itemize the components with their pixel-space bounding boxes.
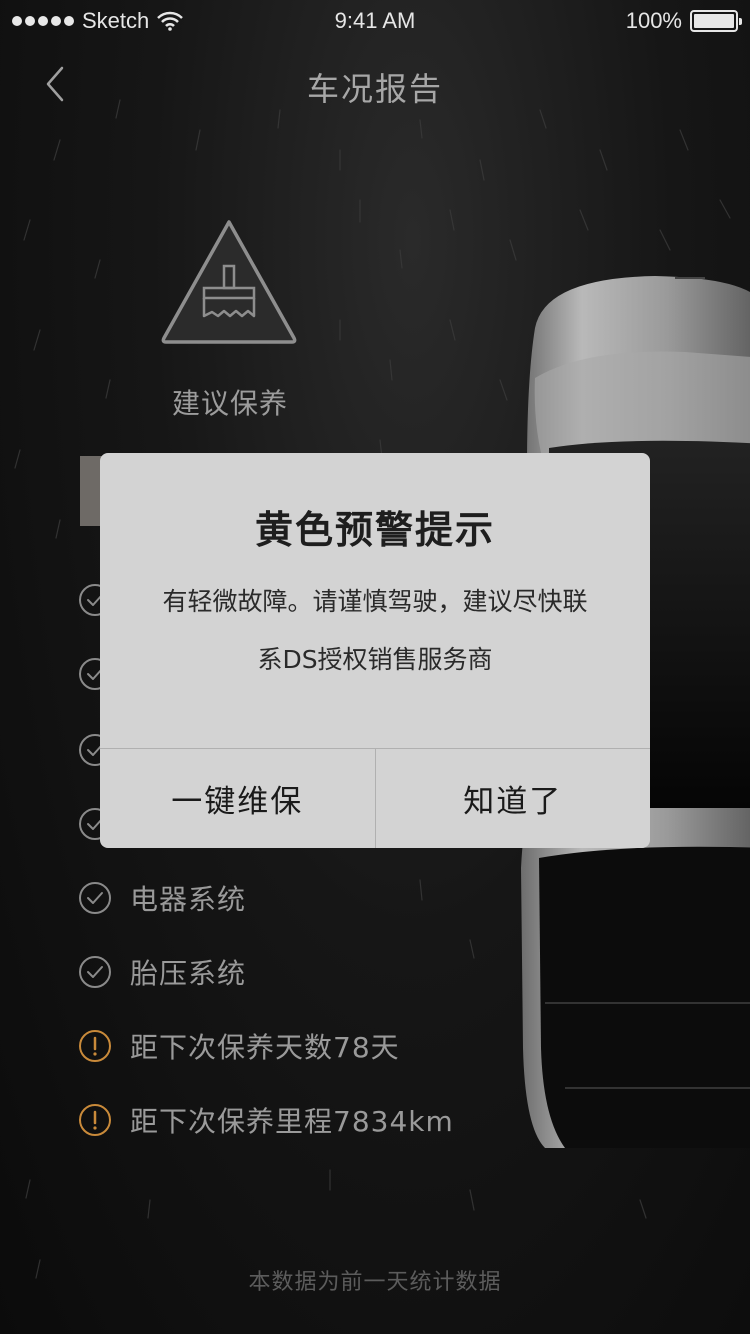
list-item-label: 距下次保养里程7834km	[130, 1105, 454, 1138]
battery-percent: 100%	[625, 8, 682, 33]
list-item: 距下次保养里程7834km	[78, 1100, 454, 1140]
status-right: 100%	[625, 8, 742, 34]
dialog-title: 黄色预警提示	[254, 508, 495, 552]
alert-circle-icon	[79, 1104, 111, 1136]
check-circle-icon	[79, 956, 111, 988]
list-item: 胎压系统	[78, 952, 246, 992]
obscured-card-edge	[80, 456, 102, 526]
warning-dialog: 黄色预警提示 有轻微故障。请谨慎驾驶，建议尽快联 系DS授权销售服务商 一键维保…	[100, 453, 650, 848]
status-bar: Sketch 9:41 AM 100%	[0, 0, 750, 40]
dialog-message-line: 系DS授权销售服务商	[257, 645, 493, 674]
footer-note: 本数据为前一天统计数据	[248, 1270, 502, 1295]
list-item-label: 距下次保养天数78天	[130, 1031, 400, 1064]
maintenance-status-label: 建议保养	[171, 387, 288, 420]
page-title: 车况报告	[306, 70, 443, 108]
dialog-actions: 一键维保 知道了	[100, 748, 650, 848]
list-item-label: 胎压系统	[130, 957, 247, 990]
got-it-button[interactable]: 知道了	[374, 749, 651, 848]
alert-circle-icon	[79, 1030, 111, 1062]
dialog-message: 有轻微故障。请谨慎驾驶，建议尽快联 系DS授权销售服务商	[140, 573, 610, 689]
check-circle-icon	[79, 882, 111, 914]
one-click-service-button[interactable]: 一键维保	[100, 749, 375, 848]
battery-icon	[690, 10, 742, 32]
list-item-label: 电器系统	[130, 883, 247, 916]
list-item: 电器系统	[78, 878, 246, 918]
dialog-message-line: 有轻微故障。请谨慎驾驶，建议尽快联	[162, 587, 588, 616]
warning-brush-icon	[161, 220, 297, 344]
list-item: 距下次保养天数78天	[78, 1026, 400, 1066]
